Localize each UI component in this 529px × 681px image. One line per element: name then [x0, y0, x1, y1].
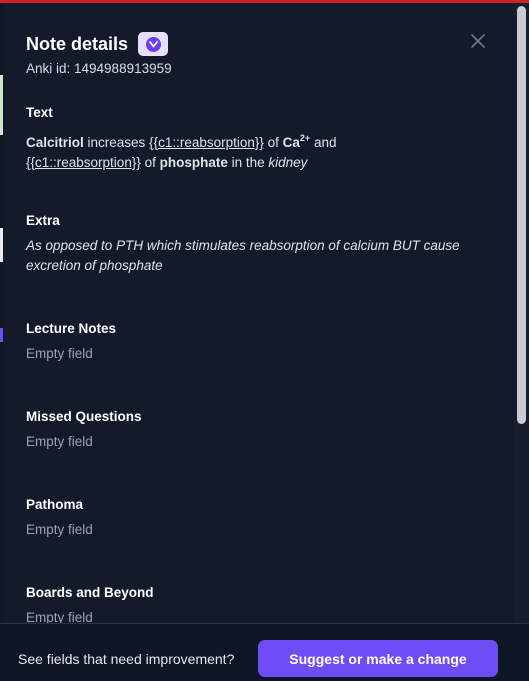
field-value-missed-questions: Empty field	[26, 434, 93, 449]
text-bold-phosphate: phosphate	[159, 155, 228, 170]
brand-badge-icon	[138, 32, 169, 56]
field-value-extra: As opposed to PTH which stimulates reabs…	[26, 238, 460, 273]
text-bold-ca: Ca	[282, 135, 300, 150]
note-details-panel: Note details Anki id: 1494988913959 Text…	[4, 3, 514, 623]
improvement-prompt: See fields that need improvement?	[18, 651, 235, 667]
panel-footer: See fields that need improvement? Sugges…	[0, 623, 529, 681]
text-segment: increases	[83, 135, 150, 150]
field-value-pathoma: Empty field	[26, 522, 93, 537]
text-bold-calcitriol: Calcitriol	[26, 135, 84, 150]
suggest-change-button[interactable]: Suggest or make a change	[258, 640, 498, 677]
text-segment: of	[263, 135, 283, 150]
edge-sliver	[0, 328, 3, 342]
text-segment: in the	[227, 155, 269, 170]
panel-title: Note details	[26, 32, 169, 56]
field-value-lecture-notes: Empty field	[26, 346, 93, 361]
edge-sliver	[0, 228, 3, 262]
field-label-text: Text	[26, 105, 53, 120]
close-icon[interactable]	[468, 31, 488, 51]
anki-id: Anki id: 1494988913959	[26, 61, 172, 76]
field-label-boards-and-beyond: Boards and Beyond	[26, 585, 154, 600]
panel-title-text: Note details	[26, 33, 129, 54]
field-label-extra: Extra	[26, 213, 60, 228]
field-label-lecture-notes: Lecture Notes	[26, 321, 117, 336]
cloze-deletion: {{c1::reabsorption}}	[26, 155, 141, 170]
field-label-pathoma: Pathoma	[26, 497, 84, 512]
field-label-missed-questions: Missed Questions	[26, 409, 142, 424]
field-value-boards-and-beyond: Empty field	[26, 610, 93, 623]
text-segment: of	[140, 155, 160, 170]
cloze-deletion: {{c1::reabsorption}}	[149, 135, 264, 150]
text-italic-kidney: kidney	[268, 155, 308, 170]
text-superscript: 2+	[299, 133, 311, 143]
text-segment: and	[310, 135, 337, 150]
edge-sliver	[0, 75, 3, 135]
scrollbar-thumb[interactable]	[517, 6, 526, 424]
field-value-text: Calcitriol increases {{c1::reabsorption}…	[26, 128, 496, 173]
